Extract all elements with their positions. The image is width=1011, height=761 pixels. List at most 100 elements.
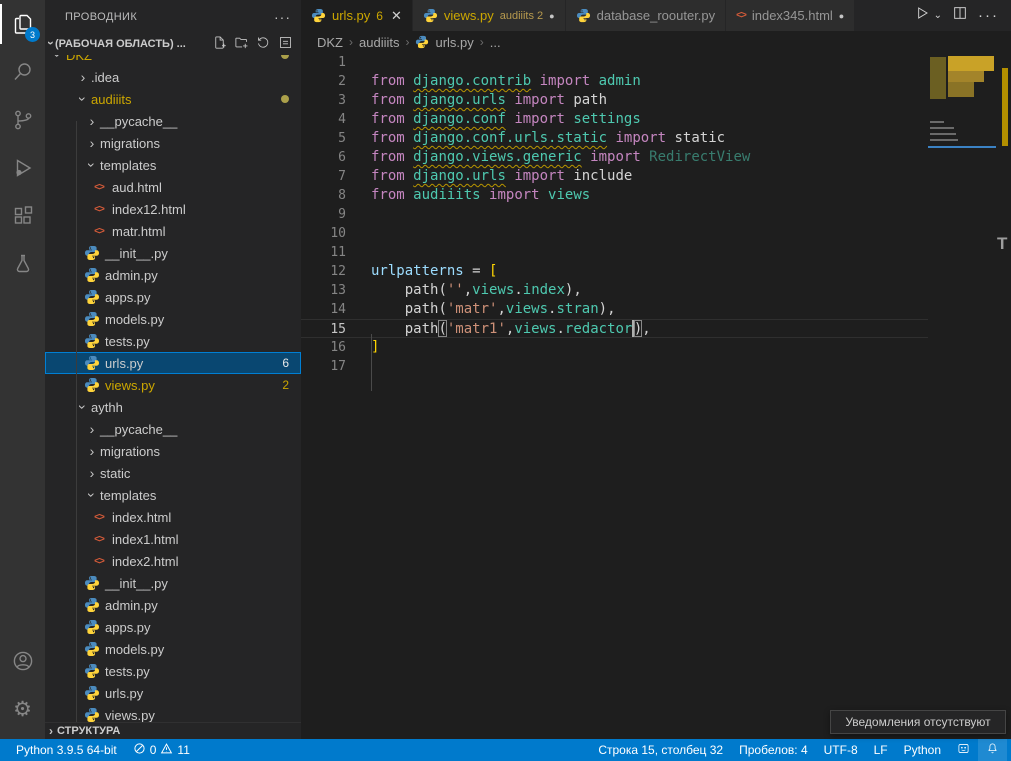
explorer-sidebar: ПРОВОДНИК ··· › (РАБОЧАЯ ОБЛАСТЬ) ... ›D… — [45, 0, 301, 739]
activitybar-run-debug-icon[interactable] — [0, 144, 45, 192]
code-line-15[interactable]: 15 path('matr1',views.redactor), — [301, 319, 928, 338]
code-line-12[interactable]: 12urlpatterns = [ — [301, 262, 928, 281]
tree-folder-migrations[interactable]: ›migrations — [45, 440, 301, 462]
chevron-down-icon: › — [50, 55, 66, 63]
code-line-9[interactable]: 9 — [301, 205, 928, 224]
tree-item-label: aud.html — [112, 180, 162, 195]
workspace-section-header[interactable]: › (РАБОЧАЯ ОБЛАСТЬ) ... — [45, 33, 301, 55]
tree-file-admin-py[interactable]: admin.py — [45, 264, 301, 286]
tree-folder-migrations[interactable]: ›migrations — [45, 132, 301, 154]
status-eol[interactable]: LF — [866, 739, 896, 761]
more-actions-icon[interactable]: ··· — [978, 7, 999, 24]
code-line-3[interactable]: 3from django.urls import path — [301, 91, 928, 110]
breadcrumb-item[interactable]: DKZ — [317, 35, 343, 50]
tab-views-py[interactable]: views.pyaudiiits 2● — [413, 0, 566, 31]
code-line-7[interactable]: 7from django.urls import include — [301, 167, 928, 186]
tree-file-aud-html[interactable]: <>aud.html — [45, 176, 301, 198]
tree-file-index12-html[interactable]: <>index12.html — [45, 198, 301, 220]
code-line-11[interactable]: 11 — [301, 243, 928, 262]
code-token: static — [666, 129, 725, 148]
code-line-2[interactable]: 2from django.contrib import admin — [301, 72, 928, 91]
code-line-14[interactable]: 14 path('matr',views.stran), — [301, 300, 928, 319]
modified-dot-icon[interactable]: ● — [839, 11, 844, 21]
refresh-icon[interactable] — [256, 35, 271, 53]
tree-folder--idea[interactable]: ›.idea — [45, 66, 301, 88]
tree-file-tests-py[interactable]: tests.py — [45, 330, 301, 352]
tree-file-index1-html[interactable]: <>index1.html — [45, 528, 301, 550]
code-line-5[interactable]: 5from django.conf.urls.static import sta… — [301, 129, 928, 148]
breadcrumb-item[interactable]: urls.py — [435, 35, 473, 50]
minimap[interactable] — [928, 53, 996, 739]
tree-file-views-py[interactable]: views.py — [45, 704, 301, 724]
new-file-icon[interactable] — [212, 35, 227, 53]
tree-item-label: aythh — [91, 400, 123, 415]
status-notifications-bell[interactable] — [978, 739, 1007, 761]
tab-urls-py[interactable]: urls.py6✕ — [301, 0, 413, 31]
tree-file-urls-py[interactable]: urls.py — [45, 682, 301, 704]
run-dropdown-icon[interactable]: ⌄ — [934, 10, 942, 21]
tree-file-index-html[interactable]: <>index.html — [45, 506, 301, 528]
tree-file-tests-py[interactable]: tests.py — [45, 660, 301, 682]
split-editor-icon[interactable] — [952, 5, 968, 26]
tree-file--init-py[interactable]: __init__.py — [45, 242, 301, 264]
code-line-10[interactable]: 10 — [301, 224, 928, 243]
tree-file-urls-py[interactable]: urls.py6 — [45, 352, 301, 374]
tree-file-models-py[interactable]: models.py — [45, 638, 301, 660]
activitybar-extensions-icon[interactable] — [0, 192, 45, 240]
code-line-8[interactable]: 8from audiiits import views — [301, 186, 928, 205]
status-encoding[interactable]: UTF-8 — [816, 739, 866, 761]
code-line-1[interactable]: 1 — [301, 53, 928, 72]
code-line-6[interactable]: 6from django.views.generic import Redire… — [301, 148, 928, 167]
tree-file--init-py[interactable]: __init__.py — [45, 572, 301, 594]
activitybar-source-control-icon[interactable] — [0, 96, 45, 144]
activitybar-explorer-icon[interactable]: 3 — [0, 0, 45, 48]
breadcrumb-item[interactable]: ... — [490, 35, 501, 50]
tree-folder-templates[interactable]: ›templates — [45, 154, 301, 176]
explorer-more-actions-icon[interactable]: ··· — [274, 9, 291, 25]
status-problems[interactable]: 0 11 — [125, 739, 198, 761]
code-editor[interactable]: 12from django.contrib import admin3from … — [301, 53, 1011, 739]
status-indentation[interactable]: Пробелов: 4 — [731, 739, 816, 761]
tab-label: views.py — [444, 8, 494, 23]
collapse-all-icon[interactable] — [278, 35, 293, 53]
tree-folder-audiiits[interactable]: ›audiiits — [45, 88, 301, 110]
minimap-warning-highlight — [948, 56, 994, 71]
run-python-file-icon[interactable] — [914, 5, 930, 26]
modified-dot-icon[interactable]: ● — [549, 11, 554, 21]
tree-file-models-py[interactable]: models.py — [45, 308, 301, 330]
status-python-interpreter[interactable]: Python 3.9.5 64-bit — [8, 739, 125, 761]
chevron-right-icon: › — [75, 69, 91, 85]
breadcrumb-item[interactable]: audiiits — [359, 35, 399, 50]
tree-file-views-py[interactable]: views.py2 — [45, 374, 301, 396]
new-folder-icon[interactable] — [234, 35, 249, 53]
tree-file-admin-py[interactable]: admin.py — [45, 594, 301, 616]
status-language-mode[interactable]: Python — [896, 739, 949, 761]
activitybar-account-icon[interactable] — [0, 637, 45, 685]
code-line-17[interactable]: 17 — [301, 357, 928, 376]
activitybar-settings-icon[interactable]: ⚙ — [0, 685, 45, 733]
tree-folder-templates[interactable]: ›templates — [45, 484, 301, 506]
code-line-4[interactable]: 4from django.conf import settings — [301, 110, 928, 129]
tree-folder-dkz[interactable]: ›DKZ — [45, 55, 301, 66]
editor-scrollbar[interactable] — [996, 53, 1011, 739]
code-line-16[interactable]: 16] — [301, 338, 928, 357]
activitybar-search-icon[interactable] — [0, 48, 45, 96]
tree-folder-static[interactable]: ›static — [45, 462, 301, 484]
close-icon[interactable]: ✕ — [391, 8, 402, 24]
activitybar-testing-icon[interactable] — [0, 240, 45, 288]
tree-folder--pycache-[interactable]: ›__pycache__ — [45, 418, 301, 440]
tab-database-roouter-py[interactable]: database_roouter.py — [566, 0, 727, 31]
tree-file-index2-html[interactable]: <>index2.html — [45, 550, 301, 572]
tree-file-apps-py[interactable]: apps.py — [45, 286, 301, 308]
tab-index345-html[interactable]: <>index345.html● — [726, 0, 855, 31]
tree-file-matr-html[interactable]: <>matr.html — [45, 220, 301, 242]
minimap-line — [930, 133, 956, 135]
status-feedback[interactable] — [949, 739, 978, 761]
tree-folder-aythh[interactable]: ›aythh — [45, 396, 301, 418]
outline-section-header[interactable]: › СТРУКТУРА — [45, 722, 301, 739]
code-line-13[interactable]: 13 path('',views.index), — [301, 281, 928, 300]
tree-file-apps-py[interactable]: apps.py — [45, 616, 301, 638]
status-cursor-position[interactable]: Строка 15, столбец 32 — [590, 739, 731, 761]
tree-folder--pycache-[interactable]: ›__pycache__ — [45, 110, 301, 132]
tree-item-label: admin.py — [105, 598, 158, 613]
